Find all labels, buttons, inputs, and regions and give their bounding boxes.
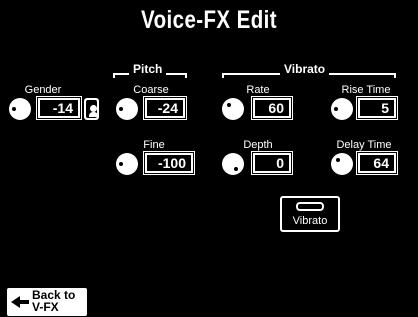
pitch-bracket-right-tick [185, 73, 187, 78]
voice-fx-edit-screen: Voice-FX Edit Pitch Vibrato Gender -14 C… [0, 0, 418, 317]
vibrato-button-label: Vibrato [292, 215, 328, 227]
gender-face-icon [84, 98, 99, 120]
back-button-line2: V-FX [32, 300, 59, 314]
gender-label: Gender [24, 84, 62, 96]
gender-value[interactable]: -14 [36, 96, 82, 120]
rise-time-label: Rise Time [341, 84, 391, 96]
back-button-label: Back to V-FX [32, 289, 86, 313]
fine-label: Fine [143, 139, 165, 151]
depth-label: Depth [243, 139, 273, 151]
vibrato-bracket-right-tick [394, 73, 396, 78]
coarse-value[interactable]: -24 [143, 96, 187, 120]
rise-time-value[interactable]: 5 [356, 96, 398, 120]
delay-time-value[interactable]: 64 [356, 151, 398, 175]
pitch-group-label: Pitch [129, 62, 167, 76]
rate-value[interactable]: 60 [251, 96, 293, 120]
page-title: Voice-FX Edit [141, 6, 277, 34]
vibrato-bracket-left-tick [222, 73, 224, 78]
coarse-knob-icon[interactable] [116, 98, 138, 120]
vibrato-indicator-icon [296, 202, 324, 211]
back-to-vfx-button[interactable]: Back to V-FX [7, 288, 87, 316]
depth-knob-icon[interactable] [222, 153, 244, 175]
rate-label: Rate [246, 84, 270, 96]
vibrato-group-label: Vibrato [280, 62, 330, 76]
pitch-group-header: Pitch [113, 62, 187, 78]
vibrato-button[interactable]: Vibrato [280, 196, 340, 232]
depth-value[interactable]: 0 [251, 151, 293, 175]
rate-knob-icon[interactable] [222, 98, 244, 120]
coarse-label: Coarse [133, 84, 169, 96]
fine-value[interactable]: -100 [143, 151, 195, 175]
delay-time-knob-icon[interactable] [331, 153, 353, 175]
rise-time-knob-icon[interactable] [331, 98, 353, 120]
fine-knob-icon[interactable] [116, 153, 138, 175]
gender-knob-icon[interactable] [9, 98, 31, 120]
delay-time-label: Delay Time [336, 139, 392, 151]
pitch-bracket-left-tick [113, 73, 115, 78]
left-arrow-shaft [19, 300, 29, 304]
vibrato-group-header: Vibrato [222, 62, 396, 78]
